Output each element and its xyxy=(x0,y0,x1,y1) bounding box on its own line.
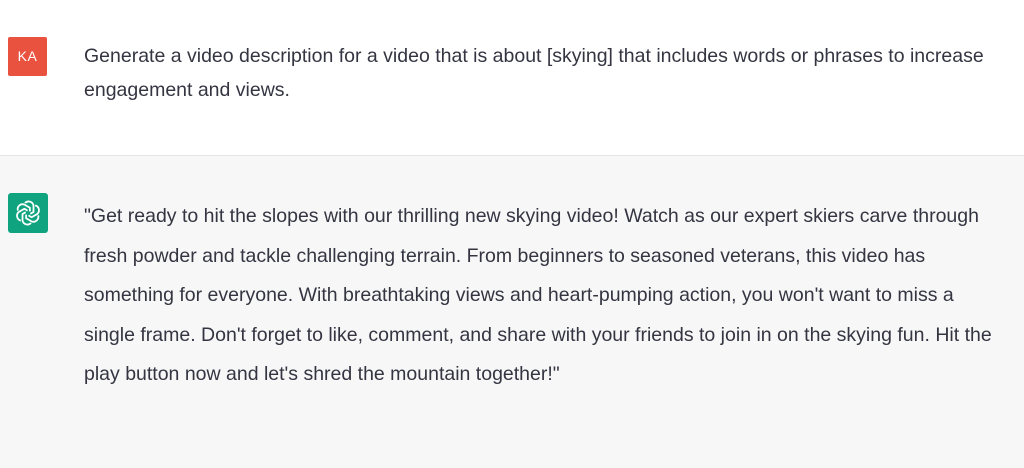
user-avatar: KA xyxy=(8,37,47,76)
chat-transcript: KA Generate a video description for a vi… xyxy=(0,0,1024,468)
openai-logo-icon xyxy=(16,200,40,226)
assistant-message-text: "Get ready to hit the slopes with our th… xyxy=(84,205,992,385)
assistant-message-row: "Get ready to hit the slopes with our th… xyxy=(0,156,1024,468)
user-message-row: KA Generate a video description for a vi… xyxy=(0,0,1024,156)
assistant-avatar xyxy=(8,193,48,233)
user-message-text: Generate a video description for a video… xyxy=(84,45,984,101)
